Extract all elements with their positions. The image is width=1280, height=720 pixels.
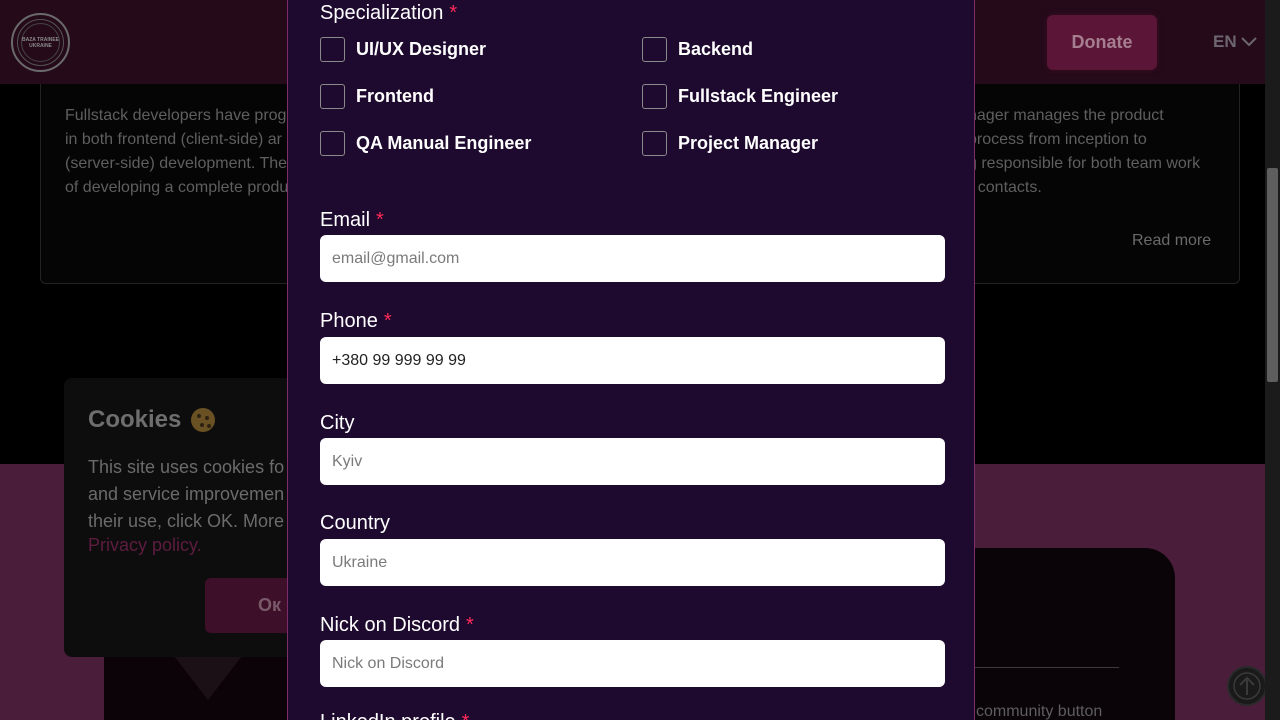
- desc-line: in both frontend (client-side) ar: [65, 131, 282, 148]
- logo-text: BAZA TRAINEE UKRAINE: [21, 36, 60, 49]
- linkedin-label: LinkedIn profile *: [320, 711, 469, 720]
- specialization-label-text: Specialization: [320, 2, 444, 24]
- desc-line: (server-side) development. The: [65, 155, 288, 172]
- desc-line: process from inception to: [968, 131, 1147, 148]
- checkbox-box[interactable]: [642, 84, 667, 109]
- email-label-text: Email: [320, 209, 371, 231]
- scrollbar-thumb[interactable]: [1267, 168, 1278, 382]
- checkbox-label: Project Manager: [678, 133, 819, 153]
- email-field[interactable]: email@gmail.com: [320, 235, 945, 282]
- required-mark: *: [466, 614, 474, 636]
- checkbox-uiux-designer[interactable]: UI/UX Designer: [320, 37, 486, 62]
- country-label: Country: [320, 512, 390, 535]
- checkbox-box[interactable]: [320, 84, 345, 109]
- chevron-down-icon: [1240, 37, 1257, 47]
- phone-field[interactable]: +380 99 999 99 99: [320, 337, 945, 384]
- cookie-line: This site uses cookies fo: [88, 457, 285, 477]
- discord-label: Nick on Discord *: [320, 614, 474, 637]
- cookie-banner-title: Cookies: [88, 406, 216, 434]
- checkbox-label: QA Manual Engineer: [356, 133, 532, 153]
- desc-line: of developing a complete produ: [65, 179, 289, 196]
- checkbox-box[interactable]: [642, 131, 667, 156]
- email-label: Email *: [320, 209, 384, 232]
- checkbox-label: Backend: [678, 39, 754, 59]
- required-mark: *: [449, 2, 458, 24]
- desc-line: r contacts.: [968, 179, 1042, 196]
- city-label-text: City: [320, 412, 355, 434]
- specialization-label: Specialization *: [320, 2, 457, 25]
- cookie-icon: [191, 408, 216, 432]
- checkbox-fullstack-engineer[interactable]: Fullstack Engineer: [642, 84, 838, 109]
- city-field[interactable]: Kyiv: [320, 438, 945, 485]
- linkedin-label-text: LinkedIn profile: [320, 711, 456, 720]
- fullstack-description: Fullstack developers have prog in both f…: [65, 104, 295, 200]
- checkbox-backend[interactable]: Backend: [642, 37, 753, 62]
- desc-line: nager manages the product: [968, 107, 1164, 124]
- cookie-ok-button[interactable]: Ок: [205, 578, 288, 633]
- required-mark: *: [376, 209, 384, 231]
- privacy-policy-link[interactable]: Privacy policy.: [88, 535, 202, 556]
- city-label: City: [320, 412, 354, 435]
- checkbox-qa-manual-engineer[interactable]: QA Manual Engineer: [320, 131, 531, 156]
- country-field[interactable]: Ukraine: [320, 539, 945, 586]
- checkbox-frontend[interactable]: Frontend: [320, 84, 434, 109]
- checkbox-label: Fullstack Engineer: [678, 86, 839, 106]
- language-label: EN: [1213, 32, 1237, 51]
- lower-card-text: community button: [976, 703, 1103, 720]
- required-mark: *: [383, 310, 392, 332]
- language-selector[interactable]: EN: [1213, 32, 1257, 52]
- cookie-title-text: Cookies: [88, 406, 182, 433]
- decorative-triangle: [174, 656, 242, 700]
- discord-field[interactable]: Nick on Discord: [320, 640, 945, 687]
- registration-modal: Specialization * UI/UX Designer Backend F…: [287, 0, 975, 720]
- pm-description: nager manages the product process from i…: [968, 104, 1228, 200]
- lower-right-card: [975, 548, 1175, 720]
- required-mark: *: [462, 711, 470, 720]
- checkbox-label: UI/UX Designer: [356, 39, 487, 59]
- phone-label: Phone *: [320, 310, 392, 333]
- read-more-link[interactable]: Read more: [1132, 232, 1211, 250]
- scroll-to-top-button[interactable]: [1227, 666, 1267, 706]
- cookie-line: their use, click OK. More: [88, 511, 285, 531]
- cookie-line: and service improvemen: [88, 484, 285, 504]
- desc-line: Fullstack developers have prog: [65, 107, 287, 124]
- checkbox-box[interactable]: [320, 131, 345, 156]
- cookie-banner: Cookies This site uses cookies fo and se…: [64, 378, 288, 657]
- checkbox-box[interactable]: [642, 37, 667, 62]
- donate-button[interactable]: Donate: [1047, 15, 1157, 70]
- discord-label-text: Nick on Discord: [320, 614, 461, 636]
- desc-line: g responsible for both team work: [968, 155, 1201, 172]
- divider: [975, 667, 1119, 668]
- cookie-banner-text: This site uses cookies fo and service im…: [88, 454, 288, 535]
- checkbox-box[interactable]: [320, 37, 345, 62]
- checkbox-project-manager[interactable]: Project Manager: [642, 131, 818, 156]
- site-logo[interactable]: BAZA TRAINEE UKRAINE: [11, 13, 70, 72]
- arrow-up-icon: [1233, 672, 1261, 700]
- country-label-text: Country: [320, 512, 391, 534]
- phone-label-text: Phone: [320, 310, 378, 332]
- checkbox-label: Frontend: [356, 86, 434, 106]
